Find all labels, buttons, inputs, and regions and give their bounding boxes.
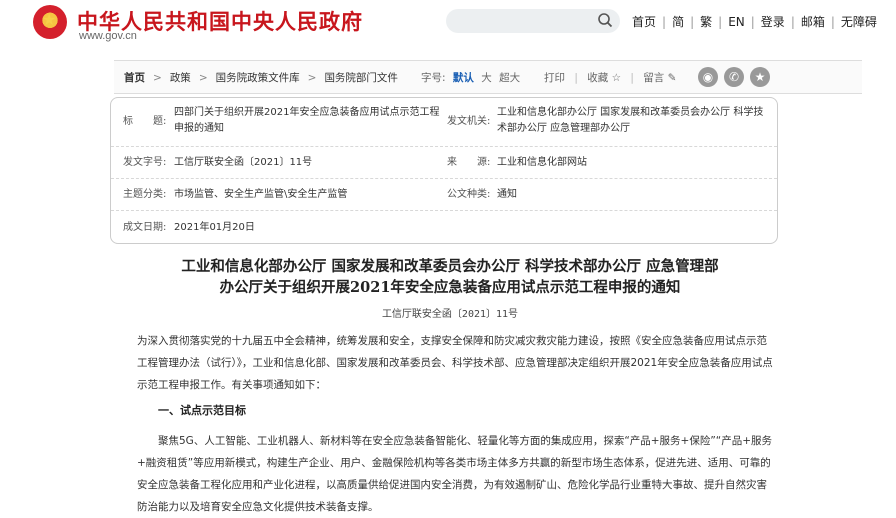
nav-divider: | <box>830 15 835 29</box>
breadcrumb-separator: > <box>153 72 162 84</box>
site-header: 中华人民共和国中央人民政府 www.gov.cn 首页|简|繁|EN|登录|邮箱… <box>0 0 896 48</box>
meta-docno-label: 发文字号: <box>123 157 167 168</box>
meta-date-label: 成文日期: <box>123 222 167 233</box>
article-title: 工业和信息化部办公厅 国家发展和改革委员会办公厅 科学技术部办公厅 应急管理部 … <box>120 256 780 298</box>
article-paragraph-1: 为深入贯彻落实党的十九届五中全会精神，统筹发展和安全，支撑安全保障和防灾减灾救灾… <box>137 335 773 391</box>
meta-type-label: 公文种类: <box>447 189 491 200</box>
favorite-button[interactable]: 收藏 <box>587 72 608 84</box>
nav-home[interactable]: 首页 <box>632 15 656 29</box>
search-icon[interactable] <box>597 12 613 28</box>
nav-divider: | <box>750 15 755 29</box>
site-url: www.gov.cn <box>79 30 137 42</box>
star-outline-icon: ☆ <box>611 72 621 84</box>
search-input[interactable] <box>446 9 620 33</box>
tools-divider: | <box>630 72 634 84</box>
national-emblem-icon[interactable] <box>33 5 67 39</box>
star-icon[interactable]: ★ <box>750 67 770 87</box>
nav-accessibility[interactable]: 无障碍 <box>841 15 877 29</box>
meta-source-value: 工业和信息化部网站 <box>497 157 587 168</box>
article-title-line-2: 办公厅关于组织开展2021年安全应急装备应用试点示范工程申报的通知 <box>219 279 681 296</box>
font-size-selector: 字号: 默认 大 超大 <box>421 70 520 85</box>
nav-mail[interactable]: 邮箱 <box>801 15 825 29</box>
meta-topic-label: 主题分类: <box>123 189 167 200</box>
breadcrumb-policy[interactable]: 政策 <box>170 72 191 84</box>
page-tools: 打印 | 收藏 ☆ | 留言 ✎ <box>544 70 676 85</box>
article-paragraph-2: 聚焦5G、人工智能、工业机器人、新材料等在安全应急装备智能化、轻量化等方面的集成… <box>137 435 773 513</box>
meta-type-value: 通知 <box>497 189 517 200</box>
meta-topic-value: 市场监管、安全生产监管\安全生产监管 <box>174 189 348 200</box>
nav-login[interactable]: 登录 <box>761 15 785 29</box>
font-size-default[interactable]: 默认 <box>453 72 474 84</box>
tools-divider: | <box>574 72 578 84</box>
nav-divider: | <box>718 15 723 29</box>
font-size-xlarge[interactable]: 超大 <box>499 72 520 84</box>
meta-title-value: 四部门关于组织开展2021年安全应急装备应用试点示范工程申报的通知 <box>174 107 440 134</box>
breadcrumb: 首页 > 政策 > 国务院政策文件库 > 国务院部门文件 <box>124 70 398 85</box>
font-size-label: 字号: <box>421 72 446 84</box>
nav-simplified[interactable]: 简 <box>672 15 684 29</box>
comment-button[interactable]: 留言 <box>643 72 664 84</box>
breadcrumb-department-docs[interactable]: 国务院部门文件 <box>324 72 398 84</box>
share-buttons: ◉ ✆ ★ <box>698 67 776 87</box>
print-button[interactable]: 打印 <box>544 72 565 84</box>
breadcrumb-separator: > <box>307 72 317 84</box>
font-size-large[interactable]: 大 <box>481 72 492 84</box>
breadcrumb-home[interactable]: 首页 <box>124 72 145 84</box>
meta-issuer-value: 工业和信息化部办公厅 国家发展和改革委员会办公厅 科学技术部办公厅 应急管理部办… <box>497 107 764 134</box>
section-heading-1: 一、试点示范目标 <box>158 404 246 417</box>
meta-title-label: 标 题: <box>123 116 167 127</box>
nav-divider: | <box>690 15 695 29</box>
meta-date-value: 2021年01月20日 <box>174 222 255 233</box>
nav-english[interactable]: EN <box>728 15 745 29</box>
weibo-icon[interactable]: ◉ <box>698 67 718 87</box>
top-nav: 首页 | 简 | 繁 | EN | 登录 | 邮箱 | 无障碍 <box>632 13 877 30</box>
pencil-icon: ✎ <box>667 72 677 84</box>
wechat-icon[interactable]: ✆ <box>724 67 744 87</box>
breadcrumb-policy-library[interactable]: 国务院政策文件库 <box>216 72 300 84</box>
article-title-line-1: 工业和信息化部办公厅 国家发展和改革委员会办公厅 科学技术部办公厅 应急管理部 <box>181 258 719 275</box>
meta-issuer-label: 发文机关: <box>447 116 491 127</box>
nav-divider: | <box>662 15 667 29</box>
meta-docno-value: 工信厅联安全函〔2021〕11号 <box>174 157 313 168</box>
nav-traditional[interactable]: 繁 <box>700 15 712 29</box>
breadcrumb-separator: > <box>198 72 208 84</box>
article-docno: 工信厅联安全函〔2021〕11号 <box>381 309 519 320</box>
breadcrumb-bar: 首页 > 政策 > 国务院政策文件库 > 国务院部门文件 字号: 默认 大 超大 打印 | … <box>114 60 862 94</box>
meta-source-label: 来 源: <box>447 157 491 168</box>
document-meta-table: 标 题: 四部门关于组织开展2021年安全应急装备应用试点示范工程申报的通知 发… <box>110 97 778 244</box>
nav-divider: | <box>790 15 795 29</box>
